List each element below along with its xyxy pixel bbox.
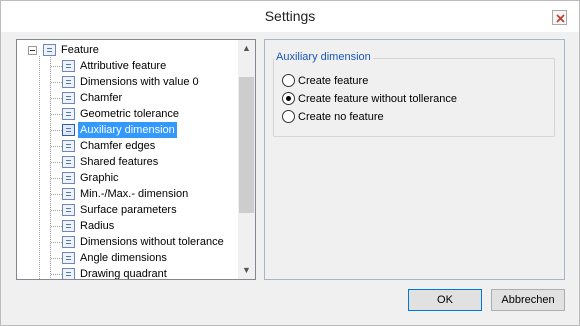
setting-node-icon xyxy=(62,220,75,232)
tree-item[interactable]: Dimensions with value 0 xyxy=(17,74,237,90)
collapse-icon[interactable] xyxy=(28,46,37,55)
tree-root-label: Feature xyxy=(61,44,99,56)
tree-item-label: Graphic xyxy=(80,172,119,184)
radio-button-checked[interactable] xyxy=(282,92,295,105)
tree-item[interactable]: Radius xyxy=(17,218,237,234)
tree-item-label: Auxiliary dimension xyxy=(78,122,177,138)
setting-node-icon xyxy=(62,140,75,152)
tree-item-label: Geometric tolerance xyxy=(80,108,180,120)
tree-item-label: Angle dimensions xyxy=(80,252,167,264)
radio-label: Create no feature xyxy=(298,111,384,123)
tree-item[interactable]: Dimensions without tolerance xyxy=(17,234,237,250)
close-icon xyxy=(556,14,565,23)
scroll-down-icon[interactable]: ▼ xyxy=(238,262,255,279)
setting-node-icon xyxy=(62,60,75,72)
tree-item[interactable]: Attributive feature xyxy=(17,58,237,74)
radio-button[interactable] xyxy=(282,110,295,123)
radio-label: Create feature without tollerance xyxy=(298,93,457,105)
scroll-up-icon[interactable]: ▲ xyxy=(238,40,255,57)
setting-node-icon xyxy=(62,124,75,136)
tree-root[interactable]: Feature xyxy=(17,42,237,58)
tree-item-label: Dimensions with value 0 xyxy=(80,76,199,88)
cancel-button[interactable]: Abbrechen xyxy=(491,289,565,311)
tree-item[interactable]: Chamfer edges xyxy=(17,138,237,154)
setting-node-icon xyxy=(62,108,75,120)
feature-node-icon xyxy=(43,44,56,56)
tree-item-label: Surface parameters xyxy=(80,204,177,216)
setting-node-icon xyxy=(62,268,75,279)
tree-item[interactable]: Shared features xyxy=(17,154,237,170)
tree-item-label: Chamfer xyxy=(80,92,123,104)
scroll-thumb[interactable] xyxy=(239,77,254,213)
tree-item[interactable]: Min.-/Max.- dimension xyxy=(17,186,237,202)
radio-button[interactable] xyxy=(282,74,295,87)
window-title: Settings xyxy=(264,8,316,24)
group-title: Auxiliary dimension xyxy=(274,51,373,63)
tree-item-selected[interactable]: Auxiliary dimension xyxy=(17,122,237,138)
setting-node-icon xyxy=(62,188,75,200)
tree-item-label: Drawing quadrant xyxy=(80,268,167,280)
tree-item[interactable]: Surface parameters xyxy=(17,202,237,218)
ok-button[interactable]: OK xyxy=(408,289,482,311)
tree-item[interactable]: Graphic xyxy=(17,170,237,186)
tree-item[interactable]: Drawing quadrant xyxy=(17,266,237,280)
tree-item[interactable]: Chamfer xyxy=(17,90,237,106)
setting-node-icon xyxy=(62,156,75,168)
tree-item-label: Attributive feature xyxy=(80,60,167,72)
tree-item-label: Dimensions without tolerance xyxy=(80,236,224,248)
setting-node-icon xyxy=(62,204,75,216)
setting-node-icon xyxy=(62,236,75,248)
setting-node-icon xyxy=(62,252,75,264)
tree-item-label: Shared features xyxy=(80,156,159,168)
setting-node-icon xyxy=(62,172,75,184)
close-button[interactable] xyxy=(552,10,567,25)
feature-tree[interactable]: Feature Attributive feature Dimensions w… xyxy=(16,39,256,280)
tree-item-label: Chamfer edges xyxy=(80,140,156,152)
tree-item[interactable]: Angle dimensions xyxy=(17,250,237,266)
tree-item[interactable]: Geometric tolerance xyxy=(17,106,237,122)
tree-item-label: Radius xyxy=(80,220,115,232)
title-bar: Settings xyxy=(1,1,579,32)
radio-label: Create feature xyxy=(298,75,369,87)
tree-scrollbar[interactable]: ▲ ▼ xyxy=(238,40,255,279)
tree-item-label: Min.-/Max.- dimension xyxy=(80,188,189,200)
setting-node-icon xyxy=(62,76,75,88)
setting-node-icon xyxy=(62,92,75,104)
